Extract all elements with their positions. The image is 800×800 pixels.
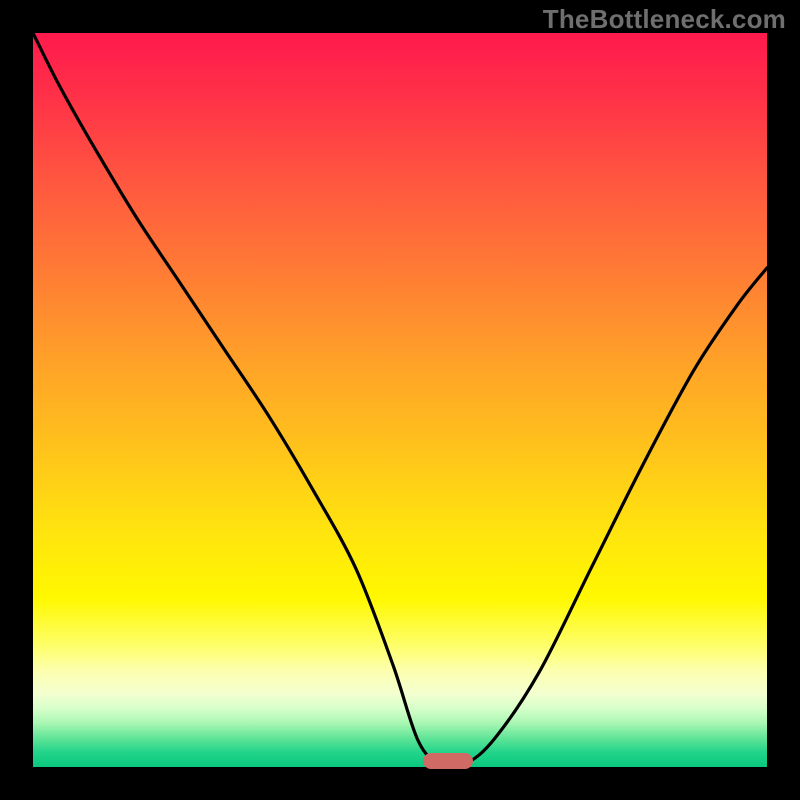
optimal-marker bbox=[423, 753, 473, 769]
bottleneck-curve bbox=[33, 33, 767, 767]
watermark-text: TheBottleneck.com bbox=[543, 4, 786, 35]
chart-frame: TheBottleneck.com bbox=[0, 0, 800, 800]
plot-area bbox=[33, 33, 767, 767]
